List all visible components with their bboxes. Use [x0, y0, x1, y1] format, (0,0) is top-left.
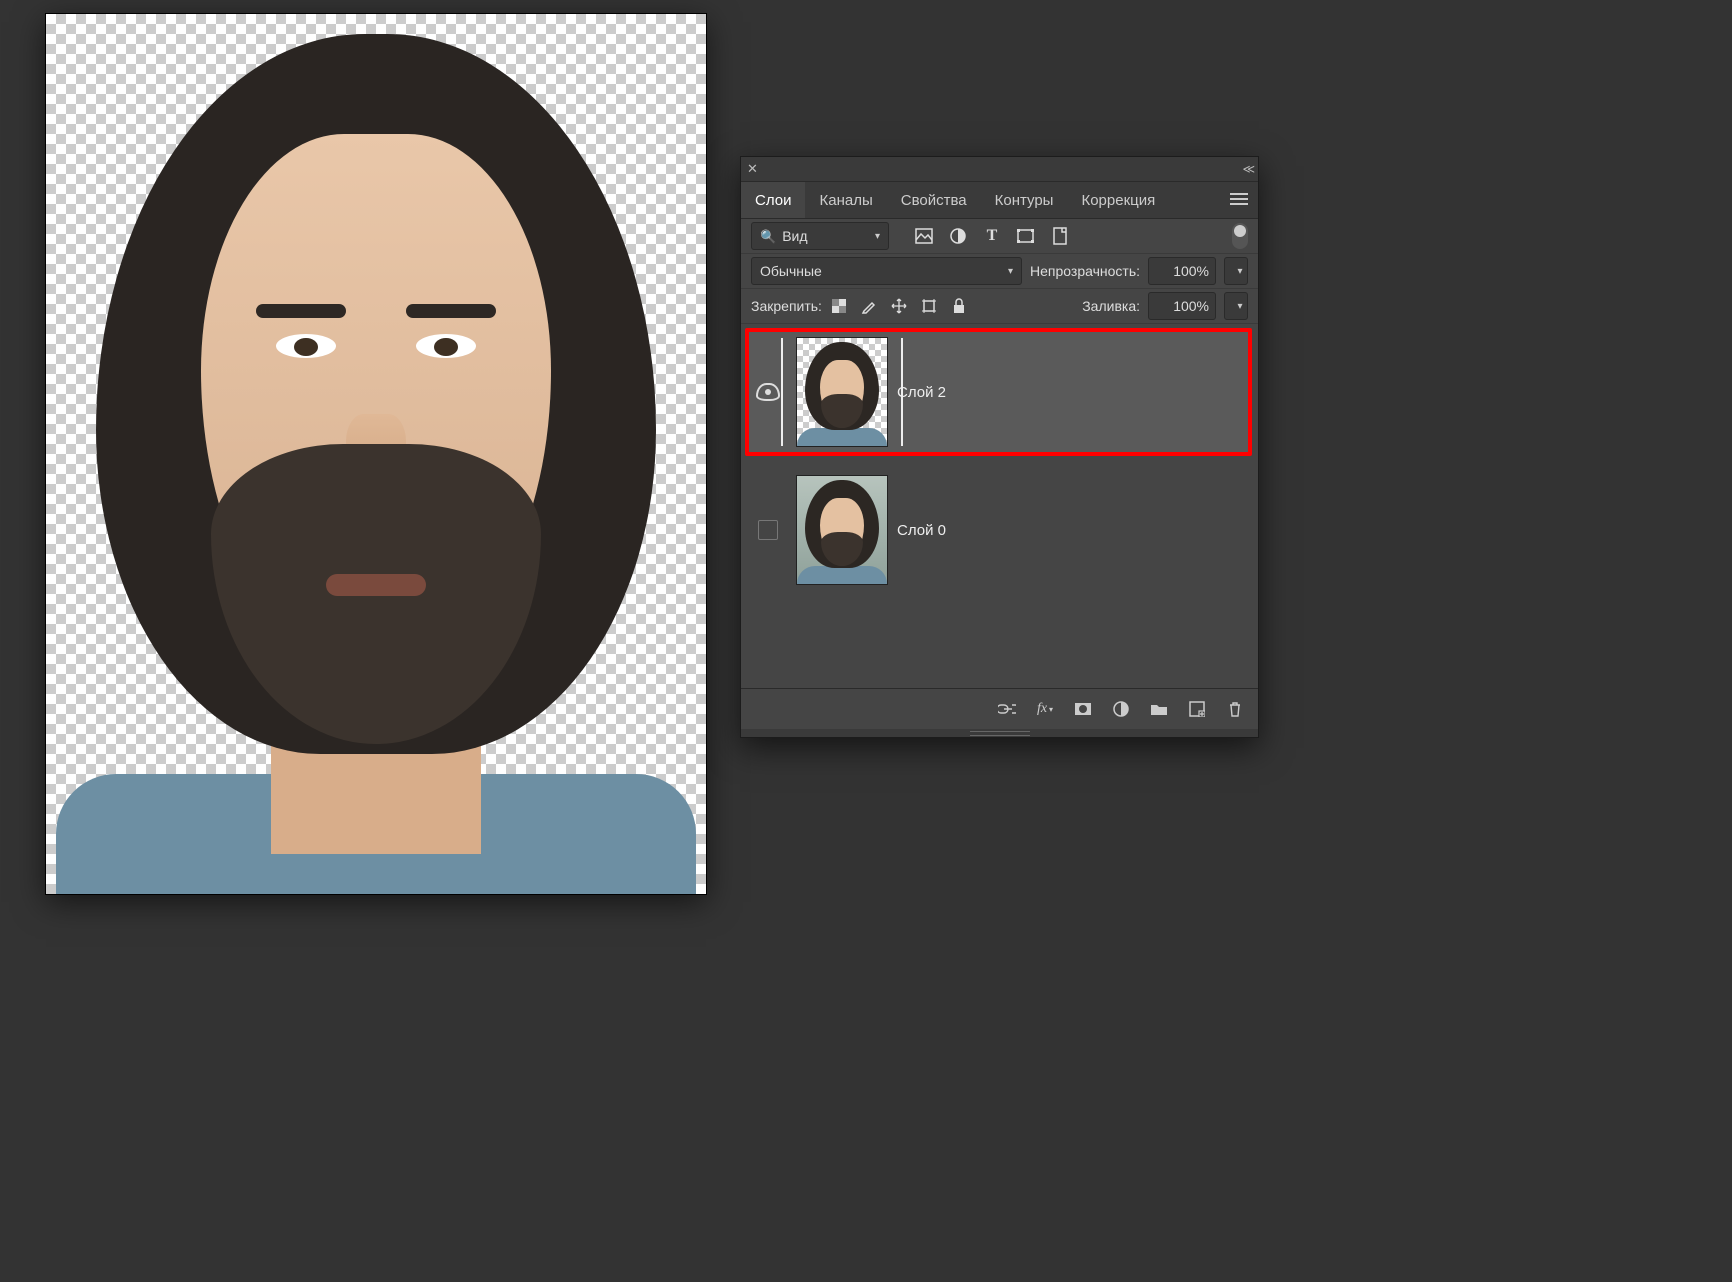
blend-opacity-row: Обычные ▾ Непрозрачность: 100% ▾ — [741, 254, 1258, 289]
panel-titlebar[interactable]: ✕ ≪ — [741, 157, 1258, 182]
layer-row[interactable]: Слой 0 — [745, 466, 1252, 594]
thumb-bracket — [781, 338, 783, 446]
chevron-down-icon: ▾ — [1237, 266, 1242, 277]
opacity-label: Непрозрачность: — [1030, 263, 1140, 279]
chevron-down-icon: ▾ — [1237, 301, 1242, 312]
blend-mode-select[interactable]: Обычные ▾ — [751, 257, 1022, 285]
collapse-icon[interactable]: ≪ — [1242, 162, 1252, 176]
group-icon[interactable] — [1150, 700, 1168, 718]
canvas-transparency-bg — [46, 14, 706, 894]
fill-label: Заливка: — [1082, 298, 1140, 314]
layer-kind-label: Вид — [782, 228, 807, 244]
tab-adjustments[interactable]: Коррекция — [1067, 182, 1169, 218]
document-canvas[interactable] — [46, 14, 706, 894]
visibility-eye-icon[interactable] — [756, 383, 780, 401]
panel-menu-icon[interactable] — [1230, 192, 1248, 208]
smartobject-filter-icon[interactable] — [1051, 227, 1069, 245]
new-layer-icon[interactable] — [1188, 700, 1206, 718]
opacity-value[interactable]: 100% — [1148, 257, 1216, 285]
adjustment-filter-icon[interactable] — [949, 227, 967, 245]
lock-brush-icon[interactable] — [860, 297, 878, 315]
tab-label: Слои — [755, 192, 791, 209]
tab-label: Свойства — [901, 192, 967, 209]
lock-label: Закрепить: — [751, 298, 822, 314]
lock-artboard-icon[interactable] — [920, 297, 938, 315]
panel-resize-grip[interactable] — [741, 729, 1258, 737]
filter-row: 🔍 Вид ▾ T — [741, 219, 1258, 254]
tab-label: Коррекция — [1081, 192, 1155, 209]
fill-value[interactable]: 100% — [1148, 292, 1216, 320]
lock-all-icon[interactable] — [950, 297, 968, 315]
tab-label: Каналы — [819, 192, 872, 209]
filter-toggle[interactable] — [1232, 223, 1248, 249]
chevron-down-icon: ▾ — [875, 231, 880, 242]
shape-filter-icon[interactable] — [1017, 227, 1035, 245]
link-layers-icon[interactable] — [998, 700, 1016, 718]
search-icon: 🔍 — [760, 229, 776, 244]
close-icon[interactable]: ✕ — [747, 161, 758, 177]
mask-icon[interactable] — [1074, 700, 1092, 718]
adjustment-layer-icon[interactable] — [1112, 700, 1130, 718]
layer-name[interactable]: Слой 0 — [897, 522, 946, 539]
blend-mode-value: Обычные — [760, 263, 822, 279]
portrait-image — [76, 14, 676, 894]
thumb-bracket — [901, 338, 903, 446]
layer-kind-select[interactable]: 🔍 Вид ▾ — [751, 222, 889, 250]
trash-icon[interactable] — [1226, 700, 1244, 718]
layers-panel: ✕ ≪ Слои Каналы Свойства Контуры Коррекц… — [740, 156, 1259, 738]
tab-properties[interactable]: Свойства — [887, 182, 981, 218]
fill-stepper[interactable]: ▾ — [1224, 292, 1248, 320]
opacity-stepper[interactable]: ▾ — [1224, 257, 1248, 285]
image-filter-icon[interactable] — [915, 227, 933, 245]
tab-layers[interactable]: Слои — [741, 182, 805, 218]
layer-thumbnail[interactable] — [797, 338, 887, 446]
layer-name[interactable]: Слой 2 — [897, 384, 946, 401]
lock-fill-row: Закрепить: Заливка: 100% ▾ — [741, 289, 1258, 324]
chevron-down-icon: ▾ — [1008, 266, 1013, 277]
layers-panel-footer: fx▾ — [741, 688, 1258, 729]
panel-tabs: Слои Каналы Свойства Контуры Коррекция — [741, 182, 1258, 219]
type-filter-icon[interactable]: T — [983, 227, 1001, 245]
tab-channels[interactable]: Каналы — [805, 182, 886, 218]
fx-icon[interactable]: fx▾ — [1036, 700, 1054, 718]
layer-row[interactable]: Слой 2 — [745, 328, 1252, 456]
lock-move-icon[interactable] — [890, 297, 908, 315]
layers-list: Слой 2 Слой 0 — [741, 324, 1258, 608]
layer-thumbnail[interactable] — [797, 476, 887, 584]
tab-label: Контуры — [995, 192, 1054, 209]
lock-transparent-icon[interactable] — [830, 297, 848, 315]
tab-paths[interactable]: Контуры — [981, 182, 1068, 218]
visibility-hidden-icon[interactable] — [758, 520, 778, 540]
